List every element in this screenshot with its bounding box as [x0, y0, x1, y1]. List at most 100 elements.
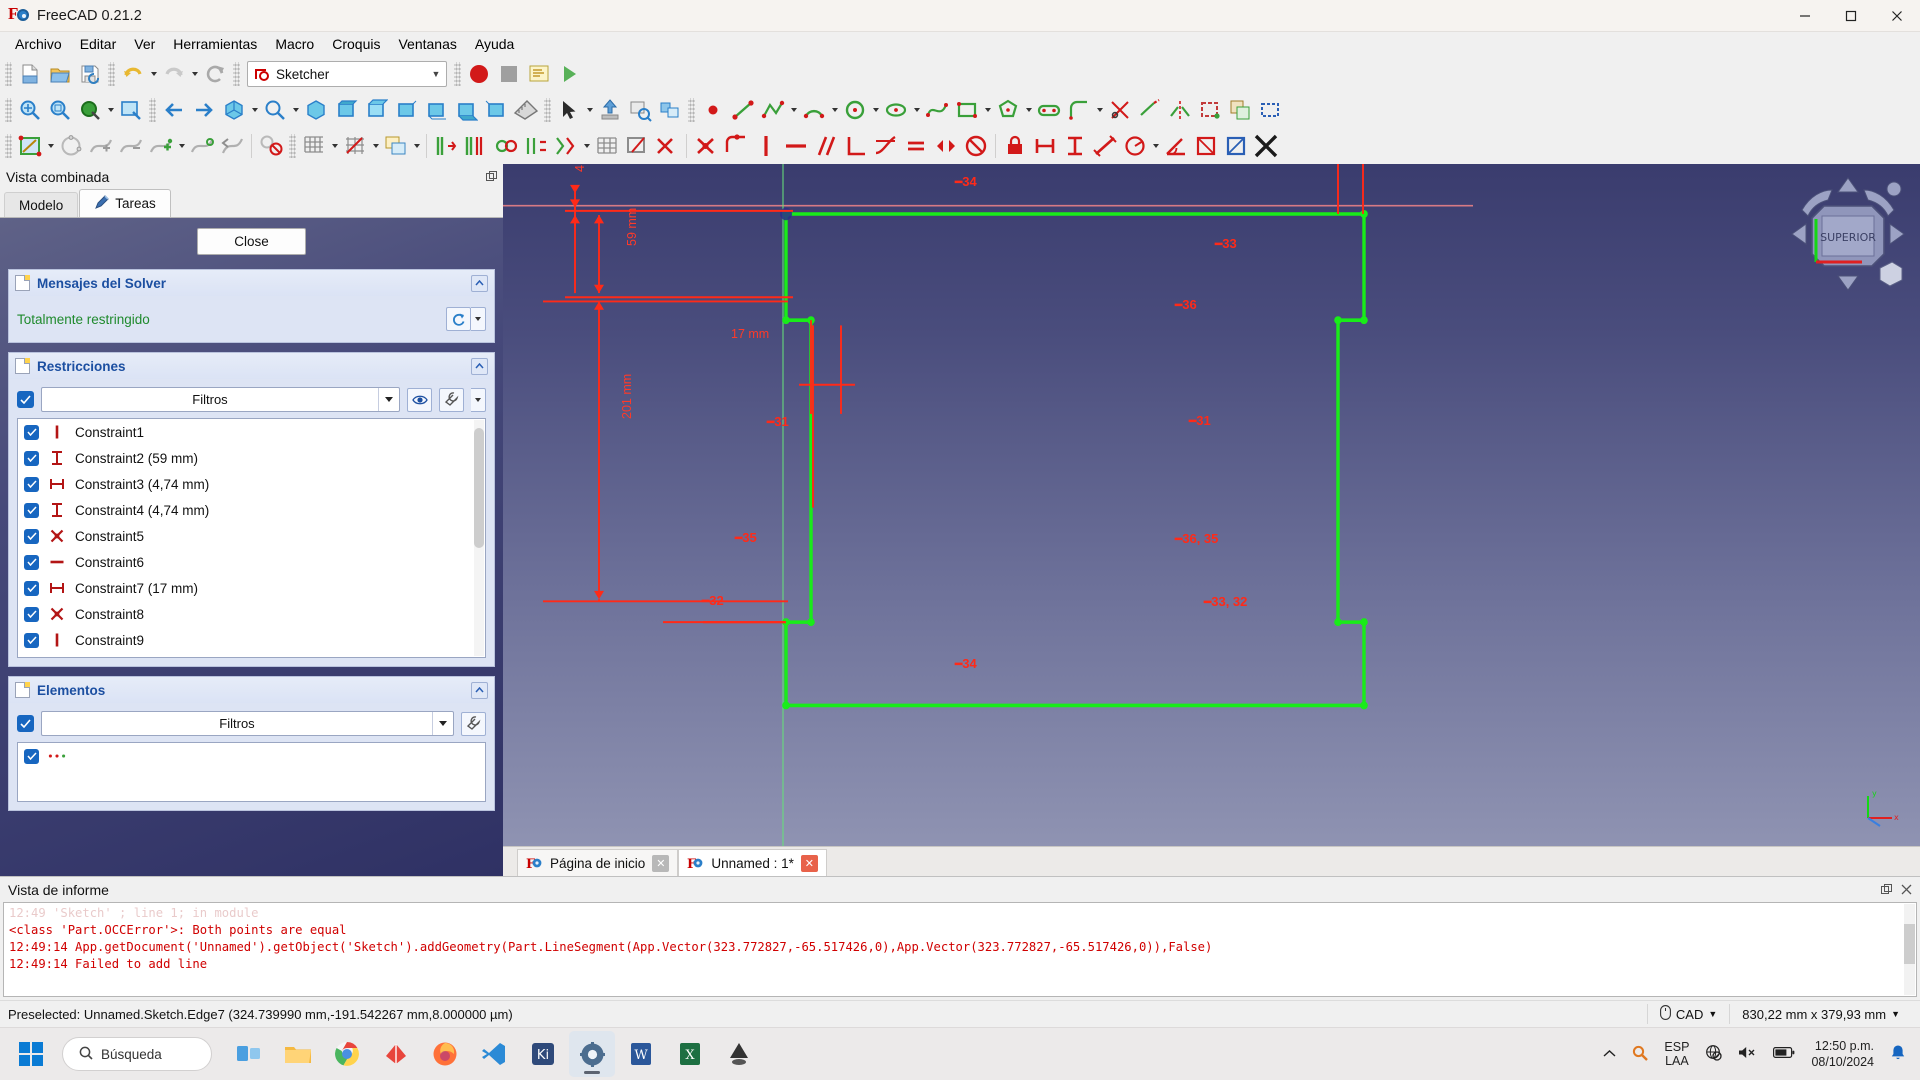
constrain-distance-icon[interactable] — [1090, 131, 1120, 161]
undo-icon[interactable] — [118, 59, 148, 89]
clipping-icon[interactable] — [655, 95, 685, 125]
restore-internal-geometry-icon[interactable] — [622, 131, 652, 161]
constraint-visibility-checkbox[interactable] — [24, 528, 39, 544]
document-tab-start-page[interactable]: F Página de inicio ✕ — [517, 849, 679, 876]
macro-execute-icon[interactable] — [554, 59, 584, 89]
extend-edge-icon[interactable] — [1135, 95, 1165, 125]
constraint-list-item[interactable]: Constraint7 (17 mm) — [18, 575, 485, 601]
macro-stop-icon[interactable] — [494, 59, 524, 89]
create-arc-icon[interactable] — [799, 95, 829, 125]
constraint-list-item[interactable]: Constraint9 — [18, 627, 485, 653]
close-icon[interactable]: ✕ — [652, 854, 670, 872]
constraint-visibility-checkbox[interactable] — [24, 476, 39, 492]
menu-herramientas[interactable]: Herramientas — [164, 33, 266, 55]
document-tab-unnamed[interactable]: F Unnamed : 1* ✕ — [678, 849, 827, 876]
maximize-button[interactable] — [1828, 0, 1874, 32]
toolbar-grip[interactable] — [289, 134, 296, 158]
clock[interactable]: 12:50 p.m. 08/10/2024 — [1811, 1038, 1874, 1070]
excel-icon[interactable]: X — [667, 1031, 713, 1077]
circle-dropdown-icon[interactable] — [870, 95, 881, 125]
navigation-cube[interactable]: SUPERIOR — [1788, 174, 1908, 294]
sketch-stop-icon[interactable] — [256, 131, 286, 161]
external-geometry-icon[interactable] — [1195, 95, 1225, 125]
create-polygon-icon[interactable] — [993, 95, 1023, 125]
chevron-down-icon[interactable] — [432, 712, 453, 735]
elements-header[interactable]: Elementos — [9, 677, 494, 703]
refresh-solver-icon[interactable] — [446, 307, 471, 331]
redo-dropdown-icon[interactable] — [189, 59, 200, 89]
file-explorer-icon[interactable] — [275, 1031, 321, 1077]
solver-settings-dropdown-icon[interactable] — [471, 307, 486, 331]
activate-deactivate-constraint-icon[interactable] — [1251, 131, 1281, 161]
select-dropdown-icon[interactable] — [581, 131, 592, 161]
battery-icon[interactable] — [1773, 1046, 1795, 1062]
constrain-distance-y-icon[interactable] — [1060, 131, 1090, 161]
constrain-auto-radius-icon[interactable] — [1120, 131, 1150, 161]
marker-32[interactable]: ━32 — [702, 593, 724, 608]
tab-tareas[interactable]: Tareas — [79, 189, 171, 217]
isometric-view-icon[interactable] — [219, 95, 249, 125]
vscode-icon[interactable] — [471, 1031, 517, 1077]
forward-icon[interactable] — [189, 95, 219, 125]
merge-sketch-icon[interactable] — [116, 131, 146, 161]
menu-macro[interactable]: Macro — [266, 33, 323, 55]
save-document-icon[interactable] — [75, 59, 105, 89]
polyline-dropdown-icon[interactable] — [788, 95, 799, 125]
start-button[interactable] — [0, 1042, 62, 1066]
constraint-visibility-checkbox[interactable] — [24, 502, 39, 518]
bottom-view-icon[interactable] — [451, 95, 481, 125]
toolbar-grip[interactable] — [5, 134, 12, 158]
collapse-icon[interactable] — [471, 274, 488, 292]
dim-474-top[interactable]: 4,74 — [573, 164, 587, 172]
polygon-dropdown-icon[interactable] — [1023, 95, 1034, 125]
zoom-dropdown-icon[interactable] — [290, 95, 301, 125]
elements-filter-combo[interactable]: Filtros — [41, 711, 454, 736]
constrain-point-on-object-icon[interactable] — [721, 131, 751, 161]
float-panel-icon[interactable] — [1881, 882, 1892, 898]
create-polyline-icon[interactable] — [758, 95, 788, 125]
fit-selection-icon[interactable] — [45, 95, 75, 125]
constraint-visibility-checkbox[interactable] — [24, 606, 39, 622]
left-view-icon[interactable] — [481, 95, 511, 125]
constrain-refraction-icon[interactable] — [1191, 131, 1221, 161]
chevron-down-icon[interactable]: ▼ — [428, 69, 444, 79]
menu-croquis[interactable]: Croquis — [323, 33, 389, 55]
delete-all-constraints-icon[interactable] — [652, 131, 682, 161]
collapse-icon[interactable] — [471, 357, 488, 375]
toolbar-grip[interactable] — [454, 62, 461, 86]
toolbar-grip[interactable] — [149, 98, 156, 122]
dim-17mm[interactable]: 17 mm — [731, 327, 769, 341]
create-circle-icon[interactable] — [840, 95, 870, 125]
select-dropdown-icon[interactable] — [584, 95, 595, 125]
tab-modelo[interactable]: Modelo — [4, 192, 79, 217]
create-fillet-icon[interactable] — [1064, 95, 1094, 125]
rectangle-dropdown-icon[interactable] — [982, 95, 993, 125]
constraint-visibility-checkbox[interactable] — [24, 632, 39, 648]
constrain-angle-icon[interactable] — [1161, 131, 1191, 161]
constrain-lock-icon[interactable] — [1000, 131, 1030, 161]
constrain-block-icon[interactable] — [961, 131, 991, 161]
close-icon[interactable]: ✕ — [800, 854, 818, 872]
list-item[interactable] — [18, 743, 485, 769]
magnifier-icon[interactable] — [1632, 1045, 1649, 1064]
menu-ver[interactable]: Ver — [125, 33, 164, 55]
draw-style-icon[interactable] — [75, 95, 105, 125]
marker-34-top[interactable]: ━34 — [955, 174, 977, 189]
view-section-icon[interactable] — [625, 95, 655, 125]
dim-201mm[interactable]: 201 mm — [620, 374, 634, 419]
menu-archivo[interactable]: Archivo — [6, 33, 71, 55]
constrain-tangent-icon[interactable] — [871, 131, 901, 161]
toggle-construction-icon[interactable] — [1255, 95, 1285, 125]
snap-dropdown-icon[interactable] — [370, 131, 381, 161]
split-edge-icon[interactable] — [1165, 95, 1195, 125]
marker-33[interactable]: ━33 — [1215, 236, 1237, 251]
fit-all-icon[interactable] — [15, 95, 45, 125]
trim-edge-icon[interactable] — [1105, 95, 1135, 125]
toolbar-grip[interactable] — [108, 62, 115, 86]
macro-edit-icon[interactable] — [524, 59, 554, 89]
constraints-settings-dropdown-icon[interactable] — [471, 387, 486, 412]
create-line-icon[interactable] — [728, 95, 758, 125]
reorient-sketch-icon[interactable] — [217, 131, 247, 161]
kicad-icon[interactable]: Ki — [520, 1031, 566, 1077]
measure-icon[interactable] — [511, 95, 541, 125]
